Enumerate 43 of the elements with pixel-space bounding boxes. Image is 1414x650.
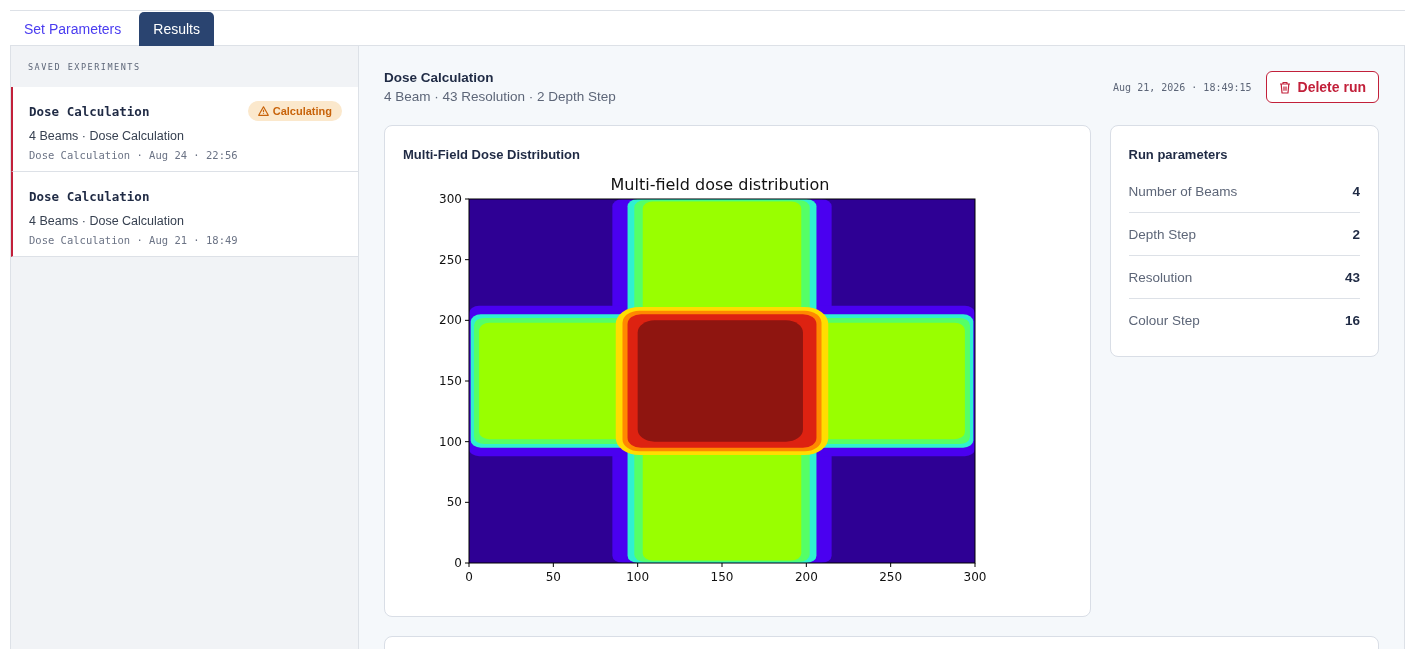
experiment-item[interactable]: Dose Calculation Calculating 4 Beams · Dose Calculation Dose Calculation · Aug 24 · 22:56 bbox=[11, 87, 358, 172]
experiment-title: Dose Calculation bbox=[29, 103, 150, 119]
experiment-meta: Dose Calculation · Aug 24 · 22:56 bbox=[29, 149, 239, 161]
tab[interactable]: Results bbox=[139, 12, 214, 46]
run-title: Dose Calculation bbox=[384, 70, 495, 85]
x-tick-label: 0 bbox=[465, 570, 473, 584]
run-summary: 4 Beam · 43 Resolution · 2 Depth Step bbox=[384, 89, 617, 104]
x-tick-label: 300 bbox=[963, 570, 987, 584]
parameter-label: Number of Beams bbox=[1128, 183, 1238, 199]
parameter-value: 2 bbox=[1352, 226, 1360, 242]
experiment-summary: 4 Beams · Dose Calculation bbox=[29, 214, 185, 228]
experiment-meta: Dose Calculation · Aug 21 · 18:49 bbox=[29, 234, 239, 246]
parameter-value: 43 bbox=[1344, 269, 1360, 285]
y-tick-label: 150 bbox=[439, 374, 462, 388]
x-tick-label: 200 bbox=[794, 570, 818, 584]
parameter-label: Depth Step bbox=[1128, 226, 1197, 242]
delete-run-button[interactable]: Delete run bbox=[1265, 71, 1379, 103]
x-tick-label: 150 bbox=[710, 570, 734, 584]
parameter-label: Resolution bbox=[1128, 269, 1193, 285]
y-tick-label: 300 bbox=[439, 192, 462, 206]
status-label: Calculating bbox=[272, 105, 332, 117]
x-tick-label: 50 bbox=[545, 570, 561, 584]
card-title: Run parameters bbox=[1128, 147, 1229, 162]
plot-title: Multi-field dose distribution bbox=[610, 175, 830, 194]
experiment-item[interactable]: Dose Calculation 4 Beams · Dose Calculation Dose Calculation · Aug 21 · 18:49 bbox=[11, 172, 358, 257]
y-tick-label: 100 bbox=[439, 434, 462, 449]
experiment-summary: 4 Beams · Dose Calculation bbox=[29, 129, 185, 143]
y-tick-label: 200 bbox=[439, 313, 462, 328]
y-tick-label: 50 bbox=[446, 495, 462, 510]
parameter-value: 4 bbox=[1352, 183, 1360, 199]
section-heading: SAVED EXPERIMENTS bbox=[28, 61, 141, 72]
parameter-label: Colour Step bbox=[1128, 312, 1200, 328]
y-tick-label: 250 bbox=[439, 252, 462, 267]
run-timestamp: Aug 21, 2026 · 18:49:15 bbox=[1113, 81, 1252, 93]
y-tick-label: 0 bbox=[454, 556, 462, 570]
x-tick-label: 100 bbox=[626, 570, 650, 584]
x-tick-label: 250 bbox=[879, 570, 903, 584]
tab[interactable]: Set Parameters bbox=[10, 12, 136, 46]
card-title: Multi-Field Dose Distribution bbox=[403, 147, 581, 162]
trash-icon bbox=[1278, 80, 1291, 94]
parameter-value: 16 bbox=[1344, 312, 1360, 328]
warning-icon bbox=[257, 106, 269, 116]
experiment-title: Dose Calculation bbox=[29, 188, 150, 204]
